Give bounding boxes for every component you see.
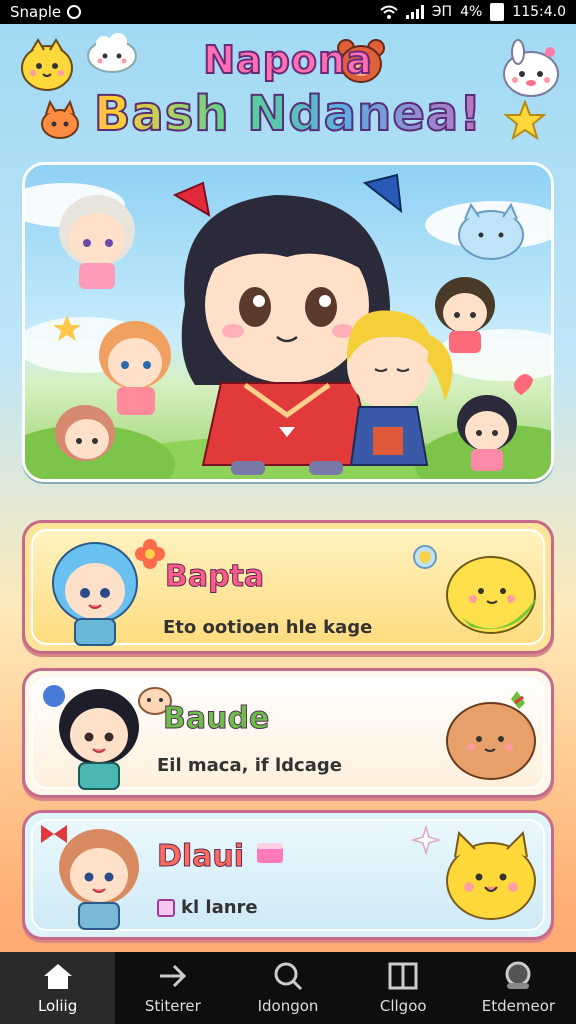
nav-item-profile[interactable]: Etdemeor <box>461 952 576 1024</box>
checkbox-icon[interactable] <box>157 899 175 917</box>
pink-hair-character <box>55 405 115 461</box>
nav-label: Loliig <box>37 997 78 1015</box>
menu-card-3[interactable]: Dlaui kl lanre <box>22 810 554 940</box>
chick-icon <box>413 545 437 569</box>
app-title-line1: Napona <box>202 37 373 83</box>
card-title: Baude <box>162 701 270 737</box>
nav-item-stiterer[interactable]: Stiterer <box>115 952 230 1024</box>
signal-text: ЭΠ <box>431 4 453 20</box>
profile-icon <box>505 961 531 989</box>
arrow-icon <box>159 964 186 988</box>
book-icon <box>388 962 418 990</box>
hero-banner[interactable] <box>22 162 554 482</box>
chestnut-mascot-icon <box>446 691 536 780</box>
notification-icon <box>67 5 82 19</box>
battery-icon <box>490 3 505 21</box>
cake-icon <box>257 843 283 863</box>
wifi-icon <box>380 5 398 19</box>
menu-card-1[interactable]: Bapta Eto ootioen hle kage <box>22 520 554 654</box>
status-bar: Snaple ЭΠ 4% 115:4.0 <box>0 0 576 24</box>
app-header: Napona Bash Ndanea! <box>0 24 576 164</box>
nav-item-search[interactable]: Idongon <box>230 952 345 1024</box>
card-subtitle: Eil maca, if ldcage <box>157 755 342 776</box>
home-icon <box>43 964 72 989</box>
nav-label: Etdemeor <box>481 997 556 1015</box>
card-subtitle: Eto ootioen hle kage <box>163 617 373 638</box>
flower-icon <box>135 539 165 569</box>
card-subtitle: kl lanre <box>181 897 258 918</box>
lemon-mascot-icon <box>446 556 537 634</box>
nav-label: Cllgoo <box>379 997 427 1015</box>
nav-label: Idongon <box>257 997 319 1015</box>
orange-hair-character <box>99 321 171 415</box>
nav-item-book[interactable]: Cllgoo <box>346 952 461 1024</box>
blue-hair-character <box>52 542 138 646</box>
cat-mascot-icon <box>446 830 536 920</box>
menu-card-2[interactable]: Baude Eil maca, if ldcage <box>22 668 554 798</box>
nav-item-home[interactable]: Loliig <box>0 952 116 1024</box>
bottom-nav: Loliig Stiterer Idongon Cllgoo Etdemeor <box>0 952 576 1024</box>
nav-label: Stiterer <box>144 997 201 1015</box>
search-icon <box>274 962 303 991</box>
battery-percent: 4% <box>460 4 483 20</box>
signal-icon <box>405 5 424 19</box>
carrier-label: Snaple <box>10 3 62 21</box>
sparkle-icon <box>411 825 441 855</box>
clock: 115:4.0 <box>512 4 566 20</box>
card-title: Dlaui <box>156 839 245 875</box>
cat-mascot-icon <box>458 202 524 260</box>
app-title-line2: Bash Ndanea! <box>0 85 576 143</box>
hero-illustration <box>25 173 551 479</box>
puzzle-icon <box>43 685 65 707</box>
ribbon-icon <box>41 825 67 843</box>
silver-hair-character <box>59 195 135 289</box>
card-title: Bapta <box>164 559 265 595</box>
